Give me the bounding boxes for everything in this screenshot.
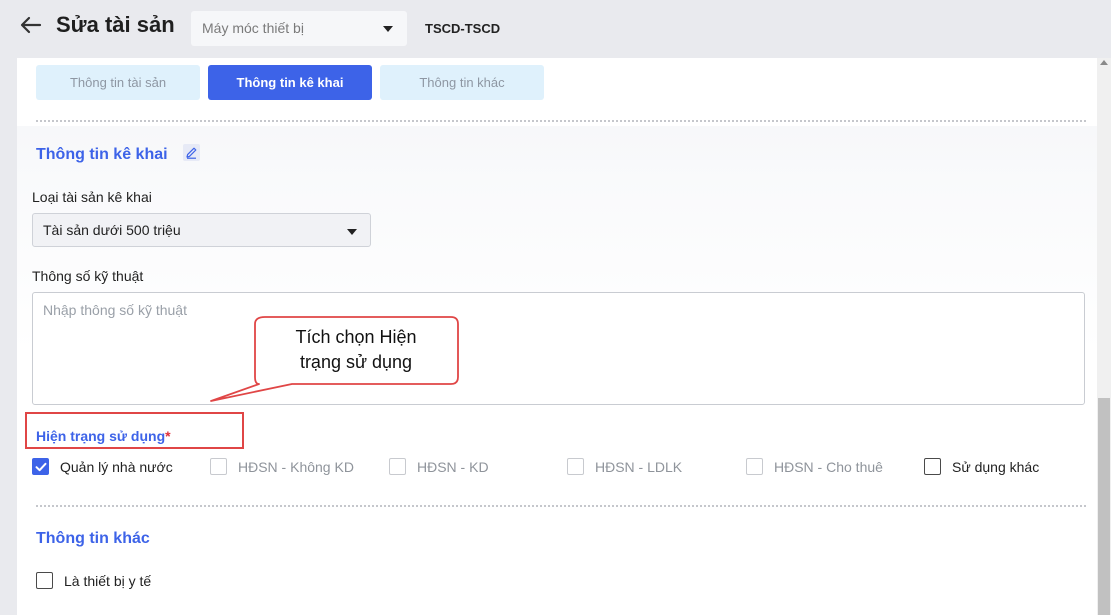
callout-line-1: Tích chọn Hiện <box>295 327 417 347</box>
edit-icon[interactable] <box>183 144 200 161</box>
tab-other-info[interactable]: Thông tin khác <box>380 65 544 100</box>
asset-type-value: Tài sản dưới 500 triệu <box>43 222 181 238</box>
asset-type-label: Loại tài sản kê khai <box>32 189 152 205</box>
other-section-title: Thông tin khác <box>36 530 150 547</box>
divider <box>36 120 1086 122</box>
usage-status-text: Hiện trạng sử dụng <box>36 428 166 444</box>
asset-category-select[interactable]: Máy móc thiết bị <box>191 11 407 46</box>
chevron-down-icon <box>383 26 393 32</box>
checkbox-public-service-rental[interactable] <box>746 458 763 475</box>
checkbox-label-other-use[interactable]: Sử dụng khác <box>952 459 1039 475</box>
main-content: Thông tin tài sản Thông tin kê khai Thôn… <box>17 58 1097 615</box>
asset-category-value: Máy móc thiết bị <box>202 20 304 36</box>
tab-declaration-info[interactable]: Thông tin kê khai <box>208 65 372 100</box>
checkbox-label-public-service-non-business[interactable]: HĐSN - Không KD <box>238 459 354 475</box>
checkbox-public-service-joint-venture[interactable] <box>567 458 584 475</box>
asset-code: TSCD-TSCD <box>425 21 501 36</box>
checkbox-label-medical-device[interactable]: Là thiết bị y tế <box>64 573 151 589</box>
asset-type-select[interactable]: Tài sản dưới 500 triệu <box>32 213 371 247</box>
divider <box>36 505 1086 507</box>
usage-status-label: Hiện trạng sử dụng* <box>36 428 171 444</box>
checkbox-public-service-non-business[interactable] <box>210 458 227 475</box>
chevron-down-icon <box>347 229 357 235</box>
back-arrow-icon[interactable] <box>18 12 44 38</box>
checkbox-other-use[interactable] <box>924 458 941 475</box>
callout-text: Tích chọn Hiện trạng sử dụng <box>256 325 456 375</box>
checkbox-label-state-management[interactable]: Quản lý nhà nước <box>60 459 173 475</box>
scroll-up-arrow-icon[interactable] <box>1100 60 1108 65</box>
declaration-section-title: Thông tin kê khai <box>36 146 168 163</box>
checkbox-medical-device[interactable] <box>36 572 53 589</box>
required-mark: * <box>165 428 171 444</box>
checkbox-label-public-service-business[interactable]: HĐSN - KD <box>417 459 489 475</box>
spec-textarea[interactable] <box>32 292 1085 405</box>
page-title: Sửa tài sản <box>56 12 175 37</box>
callout-line-2: trạng sử dụng <box>299 352 413 372</box>
page-header: Sửa tài sản Máy móc thiết bị TSCD-TSCD <box>0 0 1111 58</box>
checkbox-public-service-business[interactable] <box>389 458 406 475</box>
checkbox-label-public-service-joint-venture[interactable]: HĐSN - LDLK <box>595 459 682 475</box>
scrollbar-thumb[interactable] <box>1098 398 1110 615</box>
tab-asset-info[interactable]: Thông tin tài sản <box>36 65 200 100</box>
checkbox-label-public-service-rental[interactable]: HĐSN - Cho thuê <box>774 459 883 475</box>
spec-label: Thông số kỹ thuật <box>32 268 144 284</box>
checkbox-state-management[interactable] <box>32 458 49 475</box>
